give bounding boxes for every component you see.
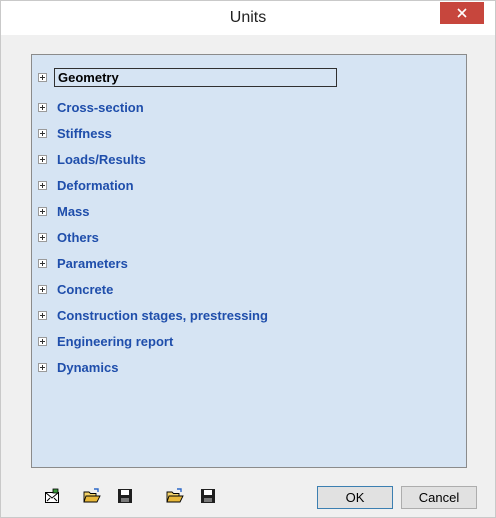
expand-icon[interactable] [38, 72, 47, 82]
reset-icon [45, 488, 59, 503]
tree-item-dynamics[interactable]: Dynamics [38, 357, 121, 377]
expand-icon[interactable] [38, 362, 47, 372]
expand-icon[interactable] [38, 310, 47, 320]
save-button-2[interactable] [199, 487, 217, 505]
tree-item-mass[interactable]: Mass [38, 201, 93, 221]
dialog-title: Units [229, 9, 267, 26]
expand-icon[interactable] [38, 284, 47, 294]
close-icon [457, 8, 467, 18]
expand-icon[interactable] [38, 128, 47, 138]
save-button-1[interactable] [116, 487, 134, 505]
tree-item-label: Cross-section [57, 99, 144, 115]
tree-item-engineering-report[interactable]: Engineering report [38, 331, 176, 351]
tree-item-loads-results[interactable]: Loads/Results [38, 149, 149, 169]
expand-icon[interactable] [38, 102, 47, 112]
open-button-2[interactable] [166, 487, 184, 505]
ok-button[interactable]: OK [317, 486, 393, 509]
tree-item-parameters[interactable]: Parameters [38, 253, 131, 273]
expand-icon[interactable] [38, 180, 47, 190]
tree-item-label: Dynamics [57, 359, 119, 375]
cancel-button[interactable]: Cancel [401, 486, 477, 509]
tree-item-geometry[interactable]: Geometry [38, 67, 337, 87]
expand-icon[interactable] [38, 206, 47, 216]
tree-item-deformation[interactable]: Deformation [38, 175, 137, 195]
open-button-1[interactable] [83, 487, 101, 505]
open-folder-icon [166, 488, 184, 503]
units-dialog: Units Geometry Cross-section Stiffness L… [0, 0, 496, 518]
tree-item-stiffness[interactable]: Stiffness [38, 123, 115, 143]
title-bar: Units [1, 1, 495, 35]
save-disk-icon [118, 489, 132, 503]
tree-item-label: Others [57, 229, 99, 245]
reset-button[interactable] [43, 487, 61, 505]
close-button[interactable] [440, 2, 484, 24]
open-folder-icon [83, 488, 101, 503]
tree-item-label: Geometry [54, 67, 337, 87]
tree-item-label: Mass [57, 203, 90, 219]
tree-item-cross-section[interactable]: Cross-section [38, 97, 147, 117]
units-tree[interactable]: Geometry Cross-section Stiffness Loads/R… [31, 54, 467, 468]
expand-icon[interactable] [38, 258, 47, 268]
expand-icon[interactable] [38, 232, 47, 242]
expand-icon[interactable] [38, 154, 47, 164]
tree-item-label: Engineering report [57, 333, 174, 349]
tree-item-construction-stages[interactable]: Construction stages, prestressing [38, 305, 271, 325]
tree-item-label: Stiffness [57, 125, 112, 141]
tree-item-label: Loads/Results [57, 151, 146, 167]
tree-item-label: Concrete [57, 281, 114, 297]
expand-icon[interactable] [38, 336, 47, 346]
tree-item-label: Deformation [57, 177, 134, 193]
tree-item-concrete[interactable]: Concrete [38, 279, 116, 299]
save-disk-icon [201, 489, 215, 503]
tree-item-others[interactable]: Others [38, 227, 102, 247]
tree-item-label: Construction stages, prestressing [57, 307, 268, 323]
tree-item-label: Parameters [57, 255, 128, 271]
